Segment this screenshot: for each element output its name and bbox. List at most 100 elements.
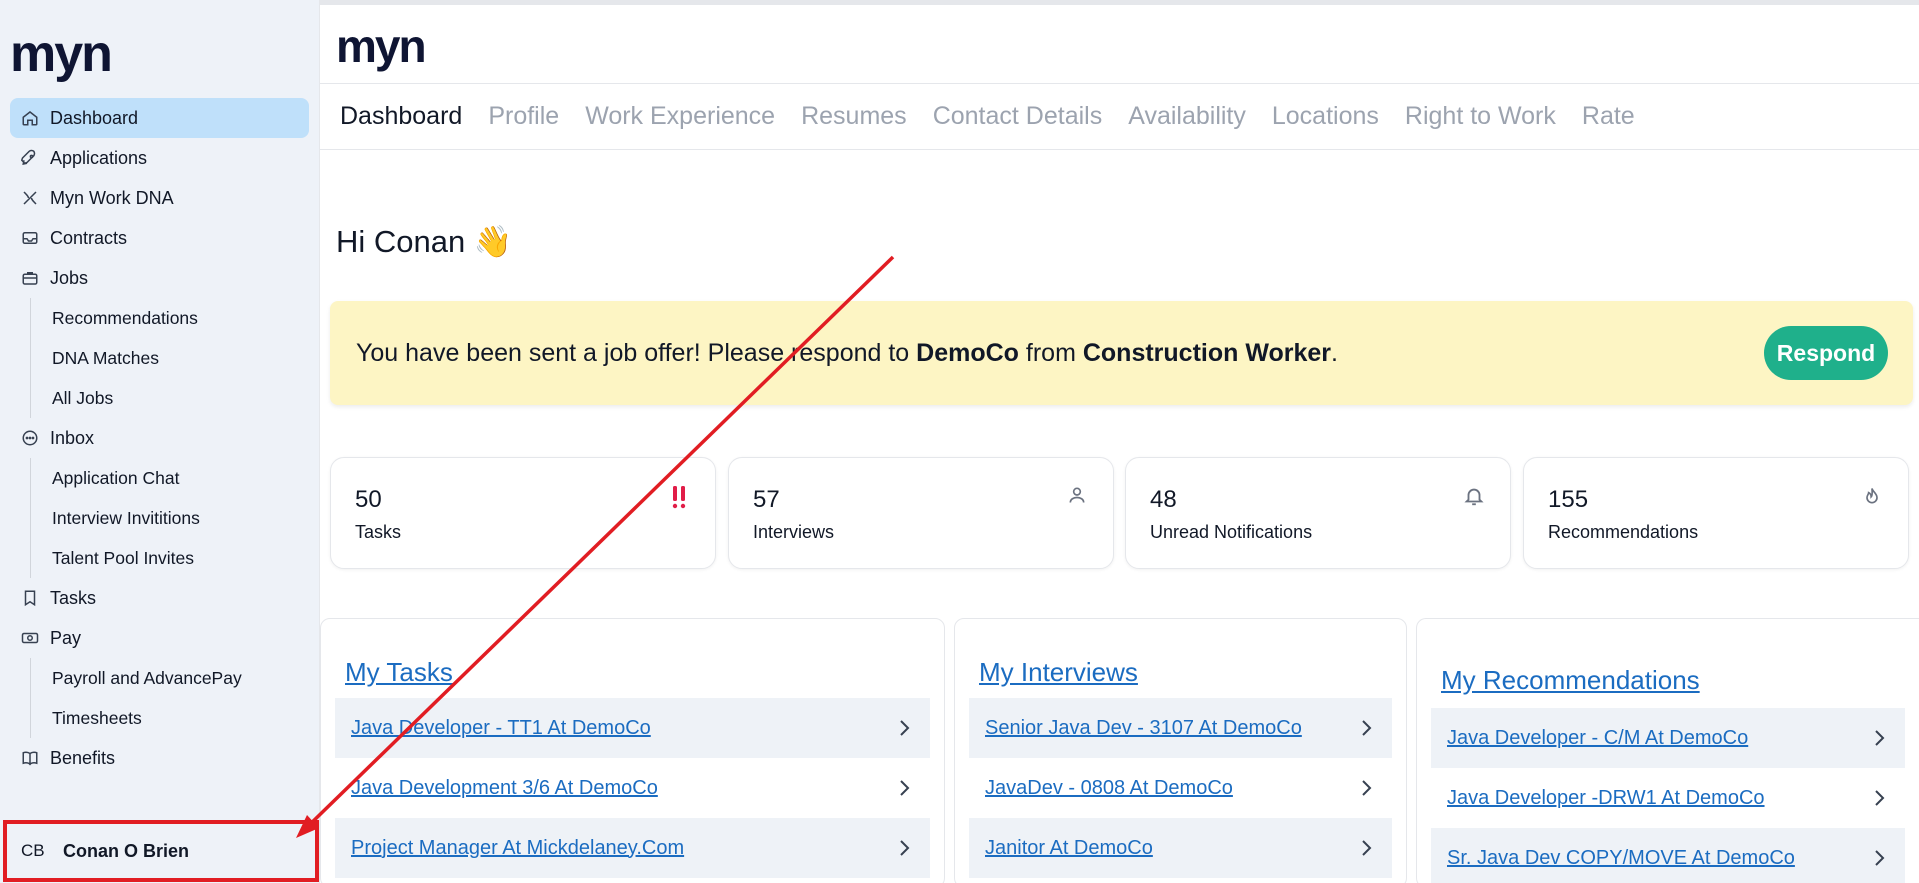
user-name: Conan O Brien bbox=[63, 840, 190, 861]
sidebar-item-work-dna[interactable]: Myn Work DNA bbox=[10, 178, 309, 218]
task-link[interactable]: Java Developer - TT1 At DemoCo bbox=[351, 717, 651, 740]
interview-link[interactable]: Janitor At DemoCo bbox=[985, 837, 1153, 860]
tab-contact-details[interactable]: Contact Details bbox=[933, 102, 1103, 131]
sidebar-subitem-application-chat[interactable]: Application Chat bbox=[10, 458, 309, 498]
sidebar-subitem-recommendations[interactable]: Recommendations bbox=[10, 298, 309, 338]
tab-dashboard[interactable]: Dashboard bbox=[340, 102, 462, 131]
bell-icon bbox=[1462, 484, 1486, 512]
chevron-right-icon[interactable] bbox=[894, 778, 914, 798]
wave-emoji-icon: 👋 bbox=[473, 224, 513, 259]
my-recommendations-title[interactable]: My Recommendations bbox=[1441, 665, 1700, 696]
stat-value: 155 bbox=[1548, 486, 1589, 513]
sidebar-item-dashboard[interactable]: Dashboard bbox=[10, 98, 309, 138]
user-initials: CB bbox=[21, 841, 45, 860]
sidebar-item-label: Applications bbox=[50, 147, 148, 168]
list-item[interactable]: Java Development 3/6 At DemoCo bbox=[335, 758, 930, 818]
list-item[interactable]: Java Developer - C/M At DemoCo bbox=[1431, 708, 1905, 768]
money-icon bbox=[20, 628, 40, 648]
stat-label: Tasks bbox=[355, 522, 402, 542]
list-item[interactable]: Project Manager At Mickdelaney.Com bbox=[335, 818, 930, 878]
chevron-right-icon[interactable] bbox=[1869, 728, 1889, 748]
sidebar-subitem-payroll[interactable]: Payroll and AdvancePay bbox=[10, 658, 309, 698]
list-item[interactable]: JavaDev - 0808 At DemoCo bbox=[969, 758, 1392, 818]
header: myn bbox=[320, 5, 1919, 84]
list-item[interactable]: Janitor At DemoCo bbox=[969, 818, 1392, 878]
tab-locations[interactable]: Locations bbox=[1272, 102, 1379, 131]
stat-card-recommendations[interactable]: 155 Recommendations bbox=[1523, 457, 1909, 569]
sidebar-subitem-timesheets[interactable]: Timesheets bbox=[10, 698, 309, 738]
alert-suffix: . bbox=[1331, 338, 1338, 367]
tasks-list: Java Developer - TT1 At DemoCo Java Deve… bbox=[335, 698, 930, 878]
recommendations-list: Java Developer - C/M At DemoCo Java Deve… bbox=[1431, 708, 1905, 883]
header-logo[interactable]: myn bbox=[336, 23, 427, 69]
sidebar-item-pay[interactable]: Pay bbox=[10, 618, 309, 658]
tab-availability[interactable]: Availability bbox=[1128, 102, 1246, 131]
sidebar-subitem-all-jobs[interactable]: All Jobs bbox=[10, 378, 309, 418]
recommendation-link[interactable]: Java Developer - C/M At DemoCo bbox=[1447, 727, 1748, 750]
task-link[interactable]: Project Manager At Mickdelaney.Com bbox=[351, 837, 684, 860]
chevron-right-icon[interactable] bbox=[1356, 718, 1376, 738]
sidebar-item-inbox[interactable]: Inbox bbox=[10, 418, 309, 458]
flame-icon bbox=[1860, 484, 1884, 512]
stat-value: 50 bbox=[355, 486, 382, 513]
sidebar-item-contracts[interactable]: Contracts bbox=[10, 218, 309, 258]
stat-card-interviews[interactable]: 57 Interviews bbox=[728, 457, 1114, 569]
interviews-list: Senior Java Dev - 3107 At DemoCo JavaDev… bbox=[969, 698, 1392, 878]
tab-resumes[interactable]: Resumes bbox=[801, 102, 907, 131]
my-interviews-title[interactable]: My Interviews bbox=[979, 657, 1138, 688]
list-item[interactable]: Senior Java Dev - 3107 At DemoCo bbox=[969, 698, 1392, 758]
stat-label: Unread Notifications bbox=[1150, 522, 1313, 542]
chat-bubble-icon bbox=[20, 428, 40, 448]
sidebar: myn Dashboard Applications Myn Work DNA … bbox=[0, 0, 320, 883]
tab-work-experience[interactable]: Work Experience bbox=[585, 102, 775, 131]
stat-value: 48 bbox=[1150, 486, 1177, 513]
sidebar-item-applications[interactable]: Applications bbox=[10, 138, 309, 178]
tab-rate[interactable]: Rate bbox=[1582, 102, 1635, 131]
sidebar-item-label: Myn Work DNA bbox=[50, 187, 174, 208]
main-content: myn Dashboard Profile Work Experience Re… bbox=[320, 5, 1919, 883]
chevron-right-icon[interactable] bbox=[1869, 848, 1889, 868]
stat-value: 57 bbox=[753, 486, 780, 513]
alert-middle: from bbox=[1018, 338, 1083, 367]
sidebar-logo[interactable]: myn bbox=[10, 28, 113, 80]
sidebar-item-jobs[interactable]: Jobs bbox=[10, 258, 309, 298]
my-tasks-panel: My Tasks Java Developer - TT1 At DemoCo … bbox=[320, 618, 945, 883]
book-icon bbox=[20, 748, 40, 768]
user-icon bbox=[1065, 484, 1089, 512]
list-item[interactable]: Java Developer -DRW1 At DemoCo bbox=[1431, 768, 1905, 828]
sidebar-subitem-dna-matches[interactable]: DNA Matches bbox=[10, 338, 309, 378]
user-profile-button[interactable]: CB Conan O Brien bbox=[3, 820, 319, 882]
tab-bar: Dashboard Profile Work Experience Resume… bbox=[320, 84, 1919, 150]
stat-card-notifications[interactable]: 48 Unread Notifications bbox=[1125, 457, 1511, 569]
job-offer-alert: You have been sent a job offer! Please r… bbox=[330, 301, 1913, 405]
my-recommendations-panel: My Recommendations Java Developer - C/M … bbox=[1416, 618, 1919, 883]
sidebar-item-label: Pay bbox=[50, 627, 82, 648]
interview-link[interactable]: JavaDev - 0808 At DemoCo bbox=[985, 777, 1233, 800]
stat-card-tasks[interactable]: 50 Tasks bbox=[330, 457, 716, 569]
recommendation-link[interactable]: Java Developer -DRW1 At DemoCo bbox=[1447, 787, 1765, 810]
briefcase-icon bbox=[20, 268, 40, 288]
tab-right-to-work[interactable]: Right to Work bbox=[1405, 102, 1556, 131]
tab-profile[interactable]: Profile bbox=[488, 102, 559, 131]
list-item[interactable]: Java Developer - TT1 At DemoCo bbox=[335, 698, 930, 758]
chevron-right-icon[interactable] bbox=[894, 718, 914, 738]
greeting: Hi Conan 👋 bbox=[336, 223, 512, 260]
task-link[interactable]: Java Development 3/6 At DemoCo bbox=[351, 777, 658, 800]
my-tasks-title[interactable]: My Tasks bbox=[345, 657, 453, 688]
sidebar-subitem-interview-invitations[interactable]: Interview Invititions bbox=[10, 498, 309, 538]
list-item[interactable]: Sr. Java Dev COPY/MOVE At DemoCo bbox=[1431, 828, 1905, 883]
rocket-icon bbox=[20, 148, 40, 168]
sidebar-item-benefits[interactable]: Benefits bbox=[10, 738, 309, 778]
home-icon bbox=[20, 108, 40, 128]
respond-button[interactable]: Respond bbox=[1764, 326, 1888, 380]
sidebar-item-label: Contracts bbox=[50, 227, 128, 248]
sidebar-item-label: Dashboard bbox=[50, 107, 139, 128]
recommendation-link[interactable]: Sr. Java Dev COPY/MOVE At DemoCo bbox=[1447, 847, 1795, 870]
chevron-right-icon[interactable] bbox=[1356, 838, 1376, 858]
chevron-right-icon[interactable] bbox=[1869, 788, 1889, 808]
chevron-right-icon[interactable] bbox=[894, 838, 914, 858]
sidebar-subitem-talent-pool-invites[interactable]: Talent Pool Invites bbox=[10, 538, 309, 578]
sidebar-item-tasks[interactable]: Tasks bbox=[10, 578, 309, 618]
interview-link[interactable]: Senior Java Dev - 3107 At DemoCo bbox=[985, 717, 1302, 740]
chevron-right-icon[interactable] bbox=[1356, 778, 1376, 798]
